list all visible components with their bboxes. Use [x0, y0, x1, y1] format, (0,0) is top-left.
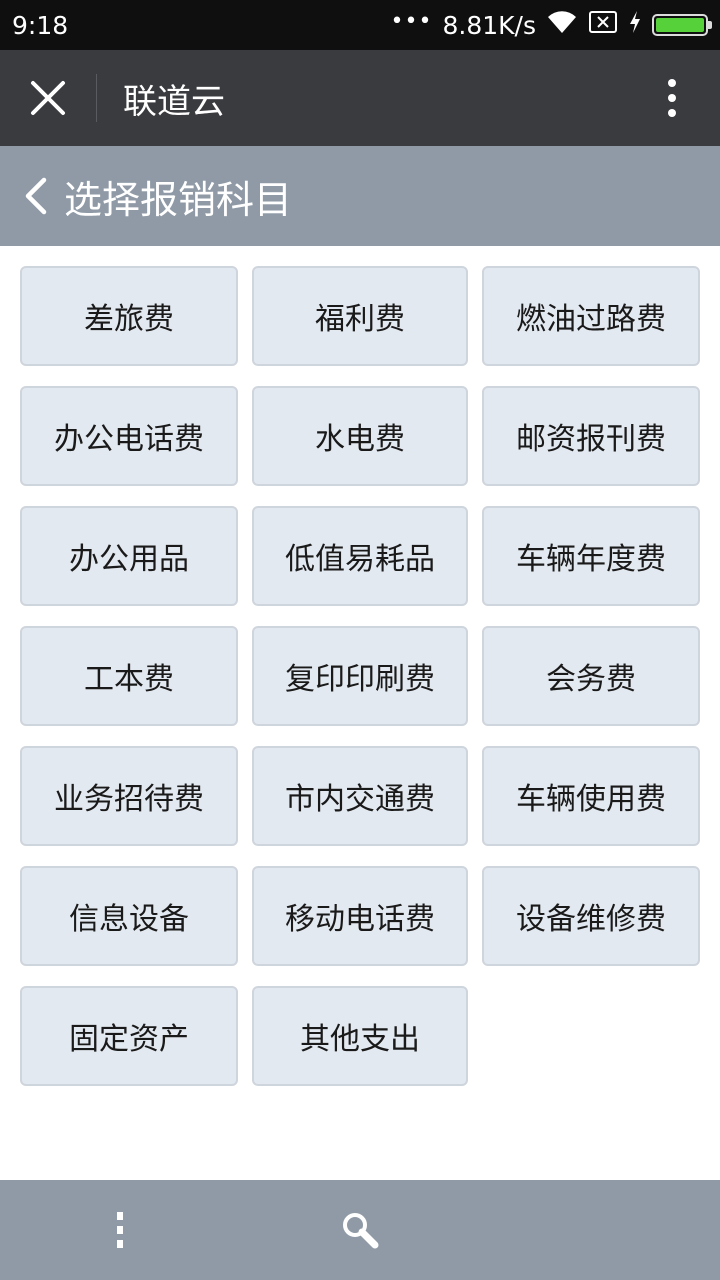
category-grid: 差旅费 福利费 燃油过路费 办公电话费 水电费 邮资报刊费 办公用品 低值易耗品…	[20, 266, 700, 1086]
menu-button[interactable]	[96, 1206, 144, 1254]
sim-disabled-icon	[588, 10, 618, 40]
status-right: ••• 8.81K/s	[390, 8, 712, 41]
category-button-office-phone[interactable]: 办公电话费	[20, 386, 238, 486]
category-button-vehicle-annual[interactable]: 车辆年度费	[482, 506, 700, 606]
app-title: 联道云	[123, 81, 225, 122]
category-button-fuel-toll[interactable]: 燃油过路费	[482, 266, 700, 366]
category-button-local-transport[interactable]: 市内交通费	[252, 746, 468, 846]
vertical-menu-icon	[117, 1212, 123, 1248]
category-button-other[interactable]: 其他支出	[252, 986, 468, 1086]
battery-level	[656, 18, 704, 32]
bottom-toolbar	[0, 1180, 720, 1280]
category-button-mobile-phone[interactable]: 移动电话费	[252, 866, 468, 966]
category-button-office-supplies[interactable]: 办公用品	[20, 506, 238, 606]
page-title: 选择报销科目	[64, 177, 293, 222]
category-button-utilities[interactable]: 水电费	[252, 386, 468, 486]
more-vertical-icon	[668, 79, 676, 117]
status-left: 9:18	[12, 11, 68, 40]
category-button-conference[interactable]: 会务费	[482, 626, 700, 726]
category-button-consumables[interactable]: 低值易耗品	[252, 506, 468, 606]
status-bar: 9:18 ••• 8.81K/s	[0, 0, 720, 50]
notification-dots: •••	[390, 8, 433, 34]
wifi-icon	[546, 9, 578, 41]
header-divider	[96, 74, 97, 122]
page-header: 选择报销科目	[0, 146, 720, 246]
close-button[interactable]	[0, 50, 96, 146]
category-button-fixed-assets[interactable]: 固定资产	[20, 986, 238, 1086]
category-button-postage-periodicals[interactable]: 邮资报刊费	[482, 386, 700, 486]
category-button-welfare[interactable]: 福利费	[252, 266, 468, 366]
network-speed: 8.81K/s	[442, 10, 536, 40]
category-button-travel[interactable]: 差旅费	[20, 266, 238, 366]
app-header: 联道云	[0, 50, 720, 146]
charging-icon	[628, 10, 642, 40]
close-icon	[31, 81, 65, 115]
category-button-vehicle-usage[interactable]: 车辆使用费	[482, 746, 700, 846]
category-button-document-fees[interactable]: 工本费	[20, 626, 238, 726]
battery-icon	[652, 14, 712, 36]
category-button-equipment-repair[interactable]: 设备维修费	[482, 866, 700, 966]
chevron-left-icon	[25, 177, 47, 215]
search-icon	[343, 1213, 379, 1249]
back-button[interactable]	[8, 146, 64, 246]
search-button[interactable]	[336, 1206, 384, 1254]
category-button-it-equipment[interactable]: 信息设备	[20, 866, 238, 966]
category-button-entertainment[interactable]: 业务招待费	[20, 746, 238, 846]
status-time: 9:18	[12, 10, 69, 40]
more-options-button[interactable]	[624, 50, 720, 146]
category-button-printing[interactable]: 复印印刷费	[252, 626, 468, 726]
